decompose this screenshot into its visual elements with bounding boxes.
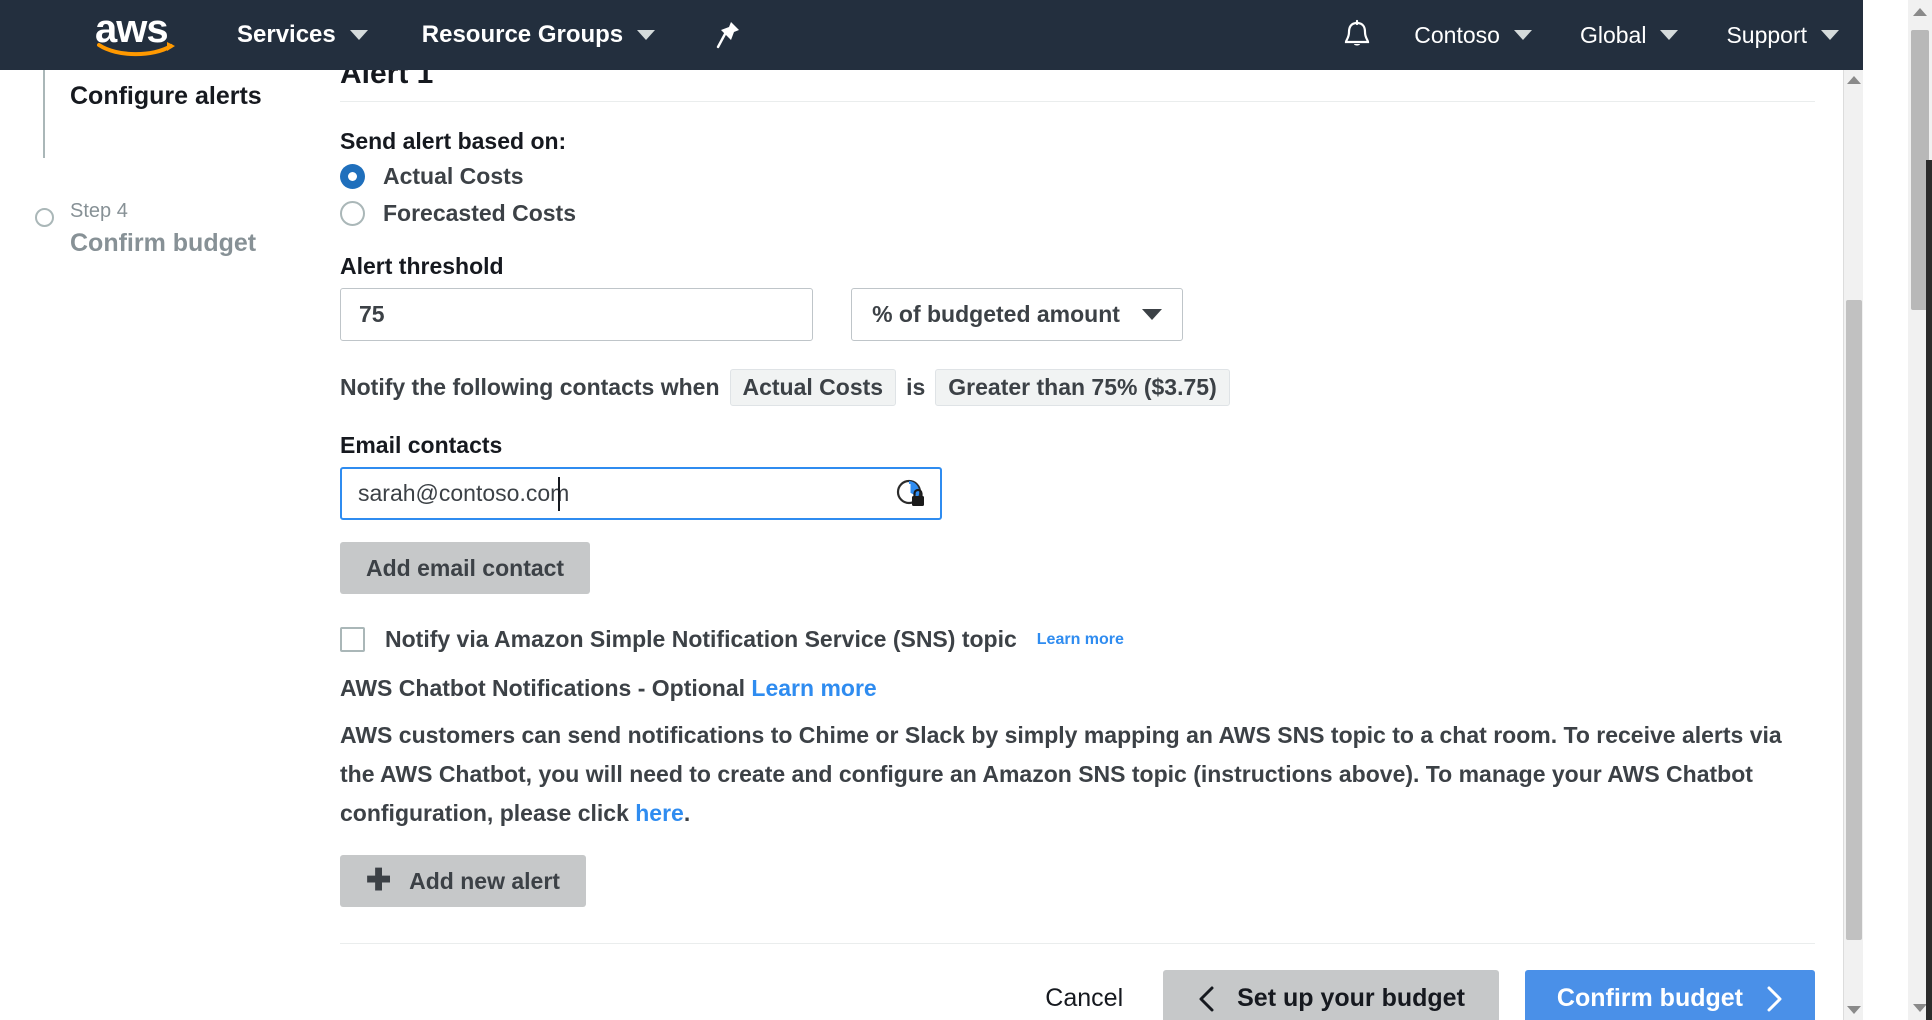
radio-actual-costs-label: Actual Costs <box>383 163 524 189</box>
scroll-up-arrow-icon[interactable] <box>1844 70 1864 90</box>
chevron-right-icon <box>1767 986 1782 1011</box>
add-email-contact-label: Add email contact <box>366 554 565 581</box>
sidebar-step-confirm-budget-label: Confirm budget <box>70 229 257 257</box>
notify-cost-type-pill: Actual Costs <box>729 369 897 406</box>
chatbot-heading-text: AWS Chatbot Notifications - Optional <box>340 675 746 701</box>
chevron-left-icon <box>1199 986 1214 1011</box>
chevron-down-icon <box>1141 309 1162 320</box>
page-scrollbar[interactable] <box>1843 70 1863 1020</box>
wizard-track <box>43 70 45 158</box>
previous-step-label: Set up your budget <box>1237 984 1465 1012</box>
bell-icon[interactable] <box>1324 19 1390 51</box>
chatbot-description-text-part2: . <box>683 800 691 826</box>
text-cursor <box>558 477 560 511</box>
previous-step-button[interactable]: Set up your budget <box>1163 970 1499 1020</box>
notify-summary-line: Notify the following contacts when Actua… <box>340 369 1815 406</box>
notify-condition-pill: Greater than 75% ($3.75) <box>935 369 1230 406</box>
alert-threshold-input[interactable] <box>340 288 813 341</box>
nav-region-global[interactable]: Global <box>1556 22 1702 49</box>
add-email-contact-button[interactable]: Add email contact <box>340 542 591 594</box>
nav-resource-groups-label: Resource Groups <box>421 21 624 48</box>
window-edge <box>1926 160 1932 1020</box>
radio-option-actual-costs[interactable]: Actual Costs <box>340 163 1815 190</box>
email-contacts-field-wrapper <box>340 467 942 520</box>
chatbot-description: AWS customers can send notifications to … <box>340 716 1815 833</box>
browser-scroll-up-arrow-icon[interactable] <box>1908 0 1932 24</box>
chevron-down-icon <box>1513 30 1532 40</box>
section-divider <box>340 101 1815 102</box>
sidebar-step-confirm-budget-number: Step 4 <box>70 200 128 222</box>
email-contacts-label: Email contacts <box>340 432 503 458</box>
top-navigation-right: Contoso Global Support <box>1324 19 1863 51</box>
radio-forecasted-costs-input[interactable] <box>340 201 365 226</box>
sns-topic-checkbox-row[interactable]: Notify via Amazon Simple Notification Se… <box>340 626 1815 653</box>
aws-budgets-page: aws Services Resource Groups Contoso Glo… <box>0 0 1932 1020</box>
aws-logo-smile-icon <box>97 42 175 57</box>
plus-icon: ✚ <box>366 864 392 897</box>
add-new-alert-label: Add new alert <box>409 867 560 894</box>
sns-learn-more-link[interactable]: Learn more <box>1037 631 1124 649</box>
chevron-down-icon <box>1660 30 1679 40</box>
radio-option-forecasted-costs[interactable]: Forecasted Costs <box>340 200 1815 227</box>
sidebar-step-configure-alerts-label: Configure alerts <box>70 82 262 110</box>
send-alert-based-on-label: Send alert based on: <box>340 128 567 154</box>
wizard-sidebar: Configure alerts Step 4 Confirm budget <box>0 70 300 1020</box>
alert-threshold-label: Alert threshold <box>340 253 504 279</box>
password-manager-lock-icon[interactable] <box>895 478 926 509</box>
alert-threshold-row: % of budgeted amount <box>340 288 1815 341</box>
chatbot-learn-more-link[interactable]: Learn more <box>751 675 876 701</box>
sns-topic-checkbox[interactable] <box>340 627 365 652</box>
sns-topic-checkbox-label: Notify via Amazon Simple Notification Se… <box>385 626 1017 652</box>
radio-actual-costs-input[interactable] <box>340 164 365 189</box>
sidebar-step-configure-alerts[interactable]: Configure alerts <box>70 82 262 111</box>
nav-account-contoso[interactable]: Contoso <box>1390 22 1556 49</box>
threshold-unit-selected-label: % of budgeted amount <box>872 301 1120 327</box>
nav-region-label: Global <box>1579 21 1647 48</box>
threshold-unit-select[interactable]: % of budgeted amount <box>851 288 1183 341</box>
radio-forecasted-costs-label: Forecasted Costs <box>383 200 577 226</box>
nav-services[interactable]: Services <box>237 21 368 49</box>
chevron-down-icon <box>1821 30 1839 40</box>
cancel-button[interactable]: Cancel <box>1031 984 1137 1013</box>
scroll-down-arrow-icon[interactable] <box>1844 1000 1864 1020</box>
nav-support-label: Support <box>1726 21 1807 48</box>
main-content: Alert 1 Send alert based on: Actual Cost… <box>300 70 1855 1020</box>
wizard-step-dot <box>35 208 54 227</box>
pin-icon[interactable] <box>715 20 741 50</box>
page-scrollbar-thumb[interactable] <box>1846 300 1862 940</box>
notify-summary-is: is <box>906 374 926 400</box>
top-navigation-bar: aws Services Resource Groups Contoso Glo… <box>0 0 1863 70</box>
confirm-budget-button[interactable]: Confirm budget <box>1524 970 1815 1020</box>
notify-summary-prefix: Notify the following contacts when <box>340 374 720 400</box>
chevron-down-icon <box>637 30 656 40</box>
nav-support[interactable]: Support <box>1702 22 1863 49</box>
chatbot-description-text-part1: AWS customers can send notifications to … <box>340 722 1782 826</box>
aws-logo[interactable]: aws <box>95 9 183 58</box>
nav-resource-groups[interactable]: Resource Groups <box>421 21 656 49</box>
email-contacts-input[interactable] <box>340 467 942 520</box>
add-new-alert-button[interactable]: ✚ Add new alert <box>340 855 586 907</box>
nav-services-label: Services <box>237 21 336 48</box>
chevron-down-icon <box>349 30 368 40</box>
confirm-budget-label: Confirm budget <box>1556 984 1743 1012</box>
chatbot-section-heading: AWS Chatbot Notifications - Optional Lea… <box>340 675 1815 702</box>
sidebar-step-confirm-budget[interactable]: Step 4 Confirm budget <box>70 200 256 258</box>
nav-account-label: Contoso <box>1414 21 1500 48</box>
wizard-footer-actions: Cancel Set up your budget Confirm budget <box>300 944 1855 1020</box>
chatbot-here-link[interactable]: here <box>635 800 684 826</box>
alert-section-title: Alert 1 <box>340 70 434 90</box>
